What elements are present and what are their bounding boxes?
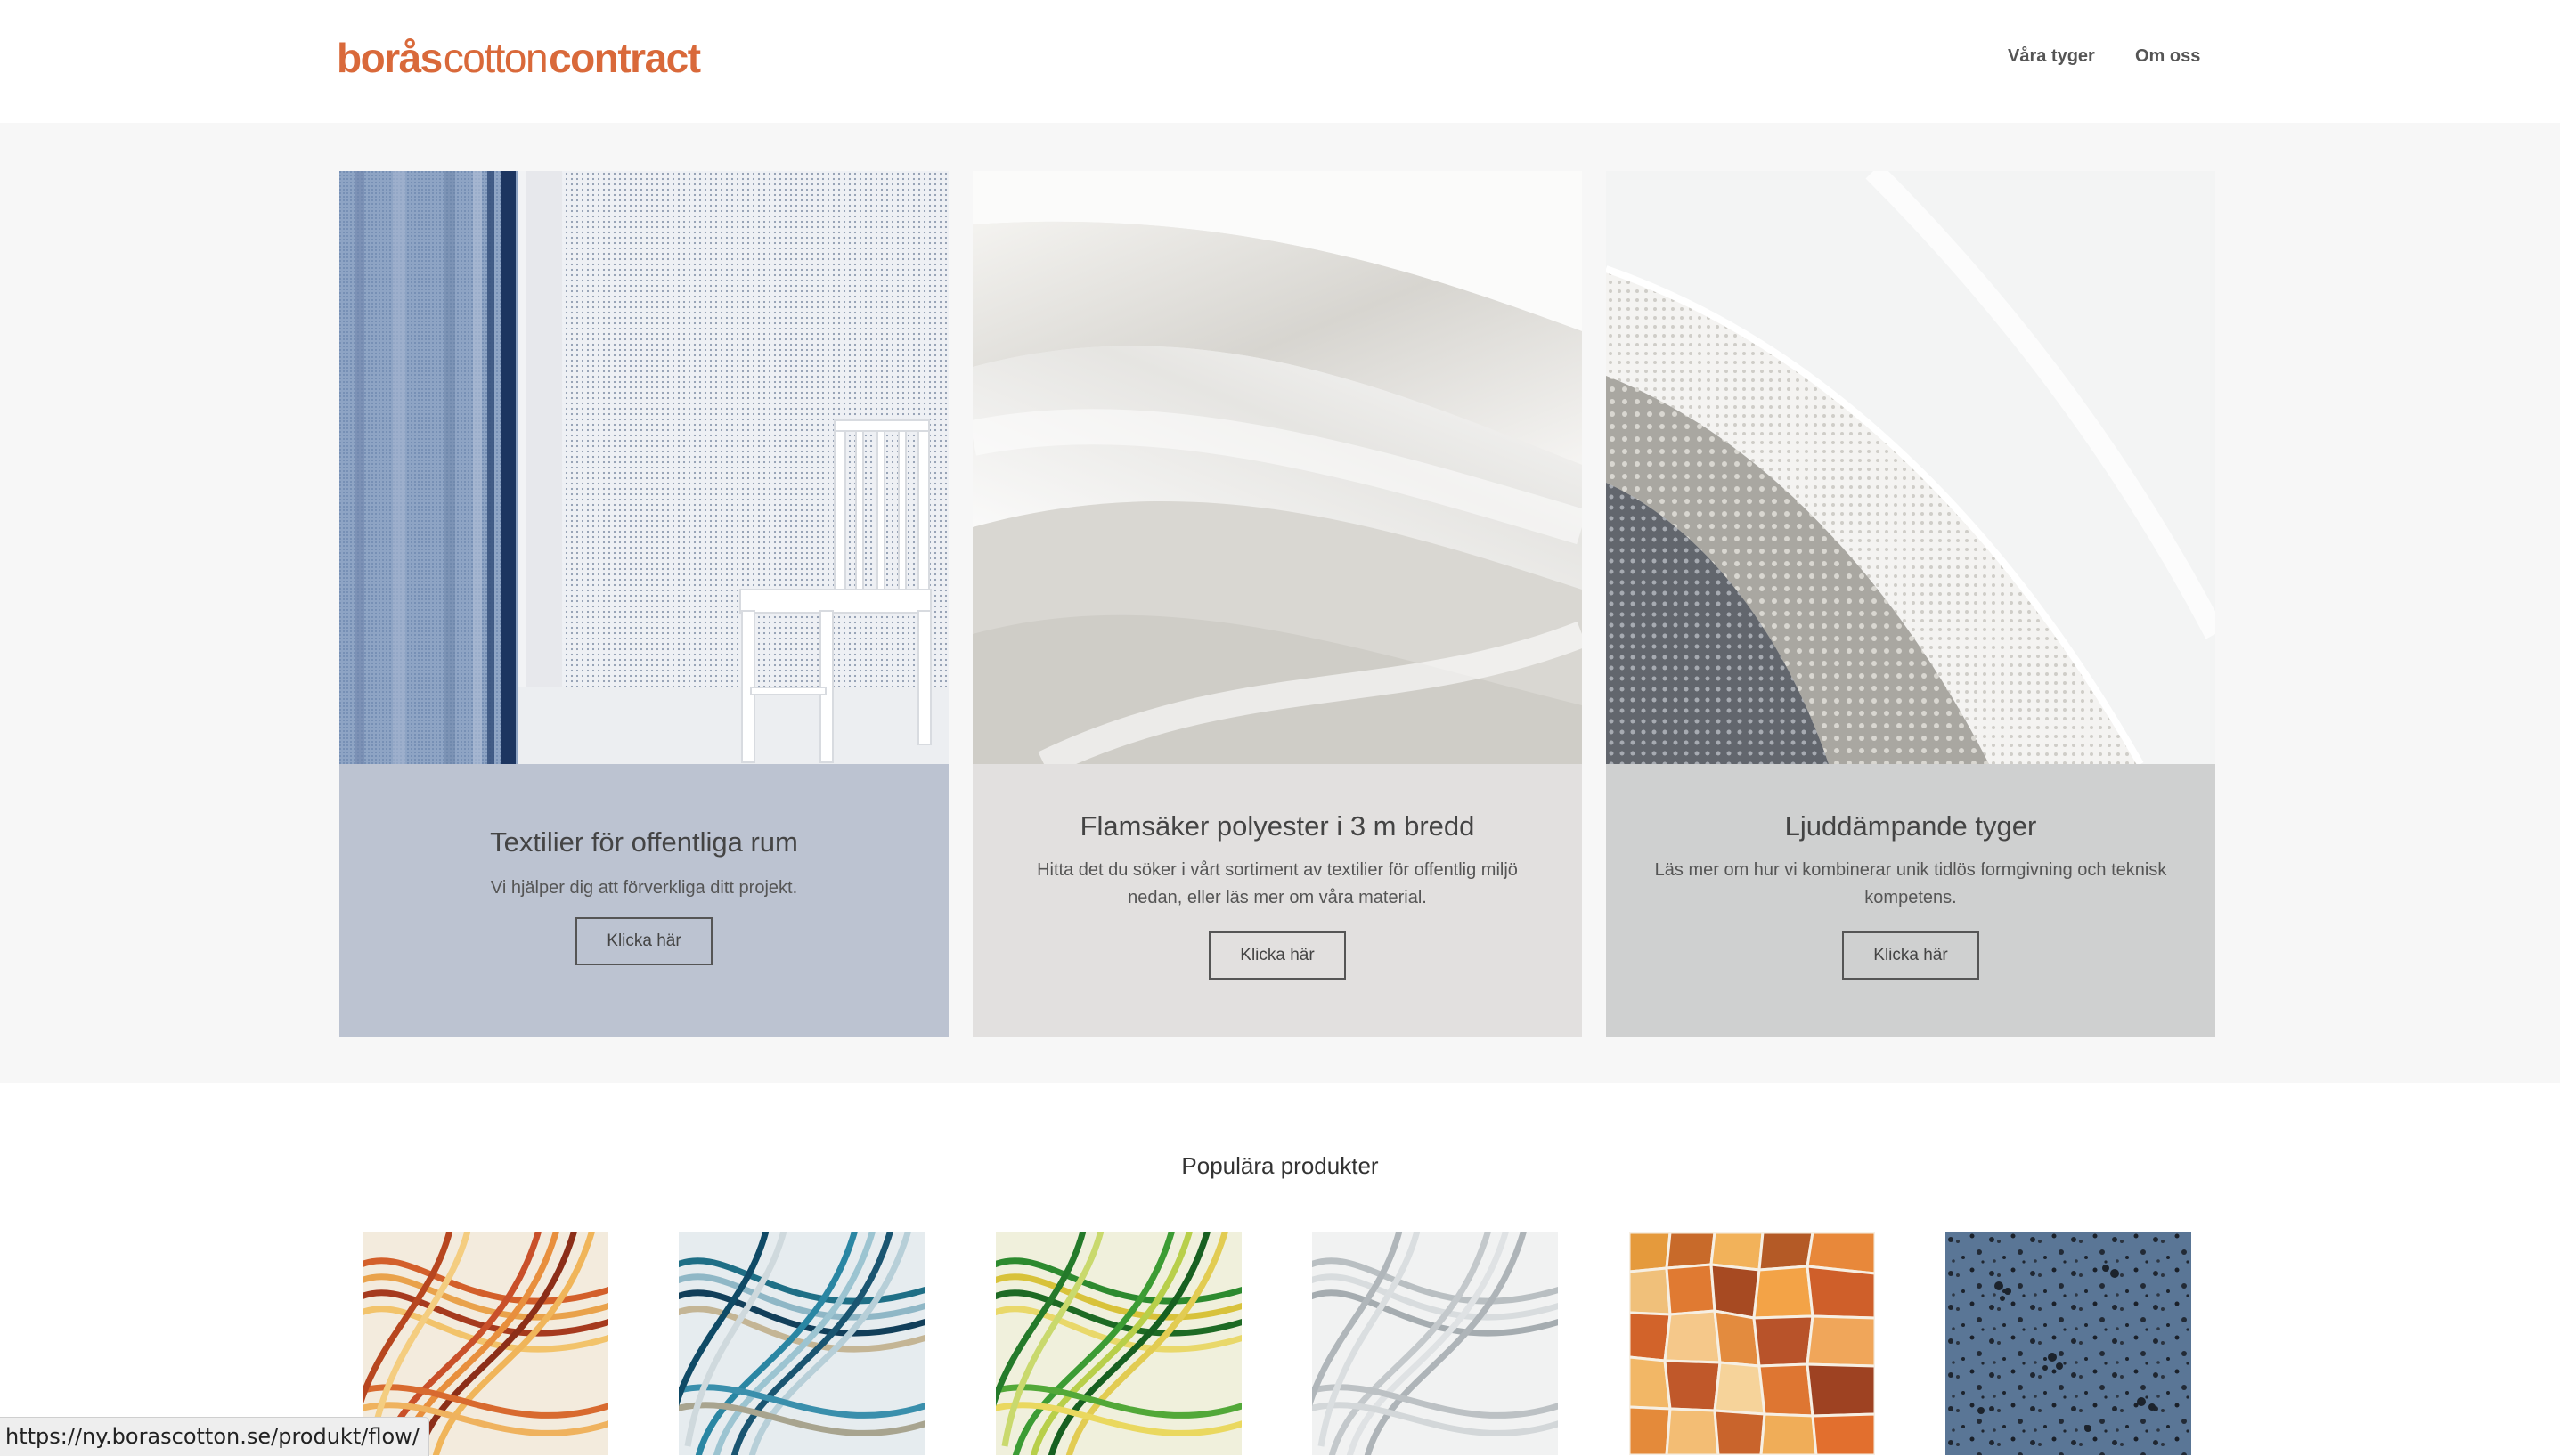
hero-card-ljuddampande-tyger[interactable]: Ljuddämpande tyger Läs mer om hur vi kom… bbox=[1606, 171, 2215, 1037]
card-body: Flamsäker polyester i 3 m bredd Hitta de… bbox=[973, 764, 1582, 1037]
hero-card-flamsaker-polyester[interactable]: Flamsäker polyester i 3 m bredd Hitta de… bbox=[973, 171, 1582, 1037]
card-description: Läs mer om hur vi kombinerar unik tidlös… bbox=[1654, 860, 2167, 907]
product-thumbnail-flow-green[interactable] bbox=[996, 1232, 1242, 1455]
brand-logo[interactable]: boråscottoncontract bbox=[337, 34, 701, 82]
klicka-har-button[interactable]: Klicka här bbox=[1842, 931, 1979, 980]
card-title: Textilier för offentliga rum bbox=[490, 826, 798, 858]
card-image-white-fabric bbox=[973, 171, 1582, 764]
card-image-curtain-chair bbox=[339, 171, 949, 764]
nav-link-vara-tyger[interactable]: Våra tyger bbox=[2008, 46, 2095, 67]
product-thumbnail-mosaic-orange[interactable] bbox=[1629, 1232, 1875, 1455]
card-body: Ljuddämpande tyger Läs mer om hur vi kom… bbox=[1606, 764, 2215, 1037]
hero-section: Textilier för offentliga rum Vi hjälper … bbox=[0, 123, 2560, 1083]
hero-card-offentliga-rum[interactable]: Textilier för offentliga rum Vi hjälper … bbox=[339, 171, 949, 1037]
logo-part-cotton: cotton bbox=[443, 35, 549, 81]
link-preview-status-bar: https://ny.borascotton.se/produkt/flow/ bbox=[0, 1417, 429, 1456]
product-thumbnail-flow-blue[interactable] bbox=[679, 1232, 925, 1455]
card-body: Textilier för offentliga rum Vi hjälper … bbox=[339, 764, 949, 1037]
card-description: Hitta det du söker i vårt sortiment av t… bbox=[1037, 860, 1518, 907]
logo-part-boras: borås bbox=[337, 35, 443, 81]
klicka-har-button[interactable]: Klicka här bbox=[1209, 931, 1346, 980]
klicka-har-button[interactable]: Klicka här bbox=[575, 917, 713, 965]
card-image-acoustic-fabric bbox=[1606, 171, 2215, 764]
logo-part-contract: contract bbox=[549, 35, 701, 81]
card-description: Vi hjälper dig att förverkliga ditt proj… bbox=[490, 878, 798, 898]
popular-products-heading: Populära produkter bbox=[1181, 1152, 1379, 1179]
card-title: Ljuddämpande tyger bbox=[1784, 810, 2037, 842]
nav-link-om-oss[interactable]: Om oss bbox=[2135, 46, 2200, 67]
card-title: Flamsäker polyester i 3 m bredd bbox=[1080, 810, 1475, 842]
product-thumbnail-flow-grey[interactable] bbox=[1312, 1232, 1558, 1455]
product-thumbnail-speckle-blue[interactable] bbox=[1945, 1232, 2191, 1455]
site-header: boråscottoncontract Våra tyger Om oss bbox=[0, 0, 2560, 123]
